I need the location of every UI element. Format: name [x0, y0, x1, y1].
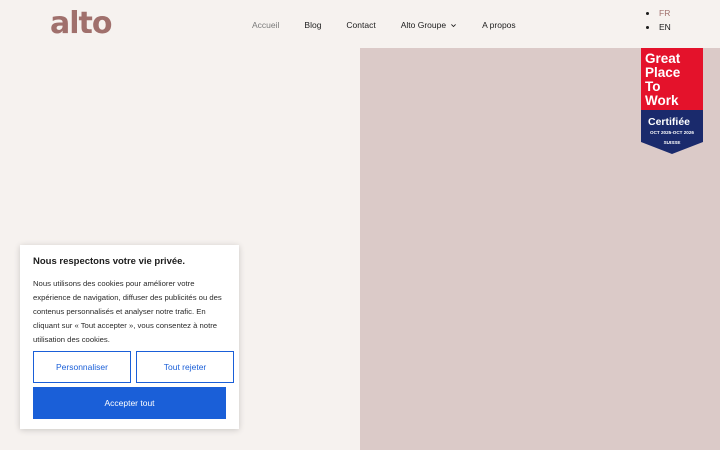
nav-item-label: Accueil	[252, 20, 280, 30]
alto-logo[interactable]: alto	[50, 8, 112, 40]
nav-item-blog[interactable]: Blog	[304, 20, 321, 30]
badge-line-3: To	[645, 79, 661, 94]
nav-item-accueil[interactable]: Accueil	[252, 20, 279, 30]
reject-all-button[interactable]: Tout rejeter	[136, 351, 234, 383]
nav-item-label: Contact	[346, 20, 376, 30]
badge-certified: Certifiée	[648, 116, 690, 128]
badge-country: SUISSE	[664, 140, 681, 145]
main-nav: Accueil Blog Contact Alto Groupe A propo…	[252, 18, 541, 32]
lang-en[interactable]: EN	[646, 20, 671, 34]
nav-item-label: Blog	[304, 20, 322, 30]
cookie-description: Nous utilisons des cookies pour améliore…	[33, 279, 222, 344]
chevron-down-icon	[451, 23, 456, 27]
badge-line-2: Place	[645, 65, 681, 80]
cookie-consent-banner: Nous respectons votre vie privée. Nous u…	[20, 245, 239, 429]
badge-line-4: Work	[645, 93, 679, 108]
nav-item-label: Alto Groupe	[400, 20, 447, 30]
lang-fr[interactable]: FR	[646, 6, 671, 20]
cookie-title: Nous respectons votre vie privée.	[33, 256, 186, 267]
language-switcher: FR EN	[646, 6, 671, 34]
customize-button[interactable]: Personnaliser	[33, 351, 131, 383]
cookie-secondary-actions: Personnaliser Tout rejeter	[33, 351, 234, 383]
bullet-icon	[646, 11, 649, 15]
great-place-to-work-badge[interactable]: Great Place To Work Certifiée OCT 2025-O…	[641, 48, 703, 156]
nav-item-alto-groupe[interactable]: Alto Groupe	[401, 20, 457, 30]
nav-item-label: A propos	[482, 20, 516, 30]
bullet-icon	[646, 25, 649, 29]
badge-period: OCT 2025-OCT 2026	[650, 130, 694, 135]
badge-line-1: Great	[645, 51, 681, 66]
lang-label: EN	[659, 22, 671, 32]
site-header: alto Accueil Blog Contact Alto Groupe A …	[0, 0, 720, 48]
accept-all-button[interactable]: Accepter tout	[33, 387, 226, 419]
lang-label: FR	[659, 8, 671, 18]
nav-item-contact[interactable]: Contact	[346, 20, 375, 30]
nav-item-a-propos[interactable]: A propos	[482, 20, 516, 30]
